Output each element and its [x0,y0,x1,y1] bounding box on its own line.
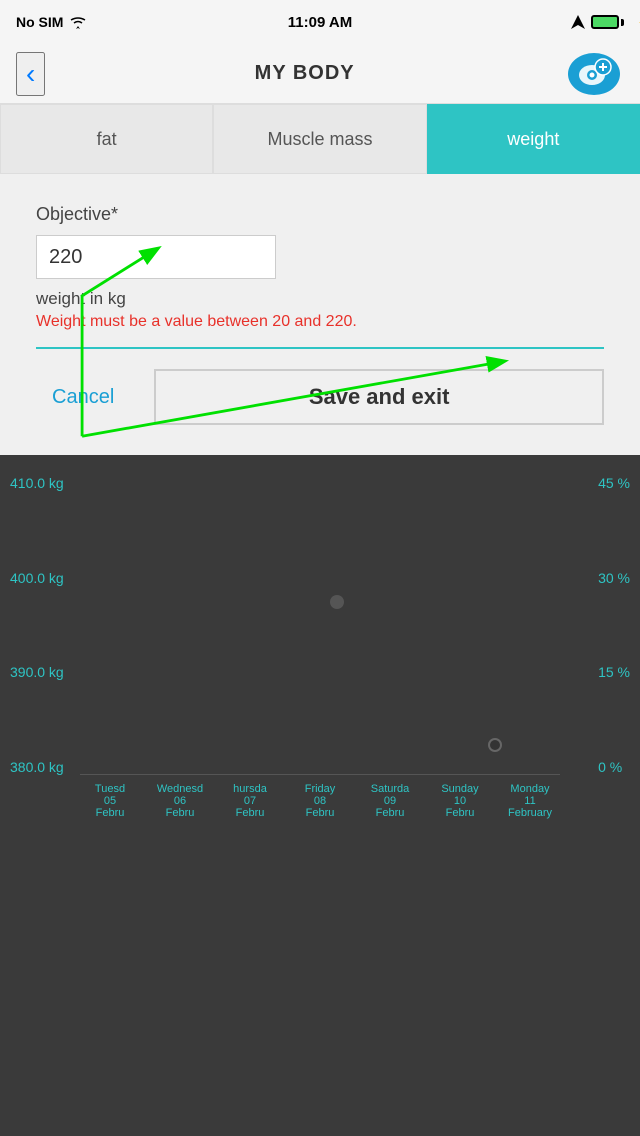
status-bar-right: ⚡ [571,15,624,29]
y-label-0: 410.0 kg [10,475,64,491]
y-right-label-3: 0 % [598,759,630,775]
add-button[interactable] [564,50,624,98]
chart-y-labels-right: 45 % 30 % 15 % 0 % [598,475,630,775]
error-text: Weight must be a value between 20 and 22… [36,313,604,331]
cancel-button[interactable]: Cancel [36,378,130,417]
add-icon [573,57,615,91]
chart-y-labels-left: 410.0 kg 400.0 kg 390.0 kg 380.0 kg [10,475,64,775]
tab-bar: fat Muscle mass weight [0,104,640,174]
chart-dot-1 [330,595,344,609]
x-label-1: Wednesd 06 Febru [150,783,210,819]
tab-fat[interactable]: fat [0,104,213,174]
chart-inner [80,475,560,775]
header: ‹ MY BODY [0,44,640,104]
y-label-2: 390.0 kg [10,664,64,680]
save-button[interactable]: Save and exit [154,369,604,425]
y-right-label-1: 30 % [598,570,630,586]
y-label-1: 400.0 kg [10,570,64,586]
objective-input[interactable] [36,235,276,279]
x-label-3: Friday 08 Febru [290,783,350,819]
wifi-icon [69,15,87,29]
divider-line [36,347,604,349]
y-label-3: 380.0 kg [10,759,64,775]
weight-unit-label: weight in kg [36,289,604,309]
x-label-4: Saturda 09 Febru [360,783,420,819]
page-title: MY BODY [255,62,355,85]
x-label-6: Monday 11 February [500,783,560,819]
location-icon [571,15,585,29]
carrier-text: No SIM [16,14,63,30]
x-label-5: Sunday 10 Febru [430,783,490,819]
y-right-label-0: 45 % [598,475,630,491]
x-label-2: hursda 07 Febru [220,783,280,819]
objective-label: Objective* [36,204,604,225]
x-label-0: Tuesd 05 Febru [80,783,140,819]
status-bar-time: 11:09 AM [288,14,352,31]
back-button[interactable]: ‹ [16,52,45,96]
tab-muscle[interactable]: Muscle mass [213,104,426,174]
chart-x-labels: Tuesd 05 Febru Wednesd 06 Febru hursda 0… [0,775,640,819]
battery-tip [621,19,624,26]
status-bar: No SIM 11:09 AM ⚡ [0,0,640,44]
add-btn-circle [568,53,620,95]
form-card: Objective* weight in kg Weight must be a… [0,174,640,455]
chart-area: 410.0 kg 400.0 kg 390.0 kg 380.0 kg 45 %… [0,455,640,819]
button-row: Cancel Save and exit [36,369,604,425]
tab-weight[interactable]: weight [427,104,640,174]
chart-dot-2 [488,738,502,752]
battery-icon: ⚡ [591,15,624,29]
battery-body [591,15,619,29]
status-bar-left: No SIM [16,14,87,30]
y-right-label-2: 15 % [598,664,630,680]
